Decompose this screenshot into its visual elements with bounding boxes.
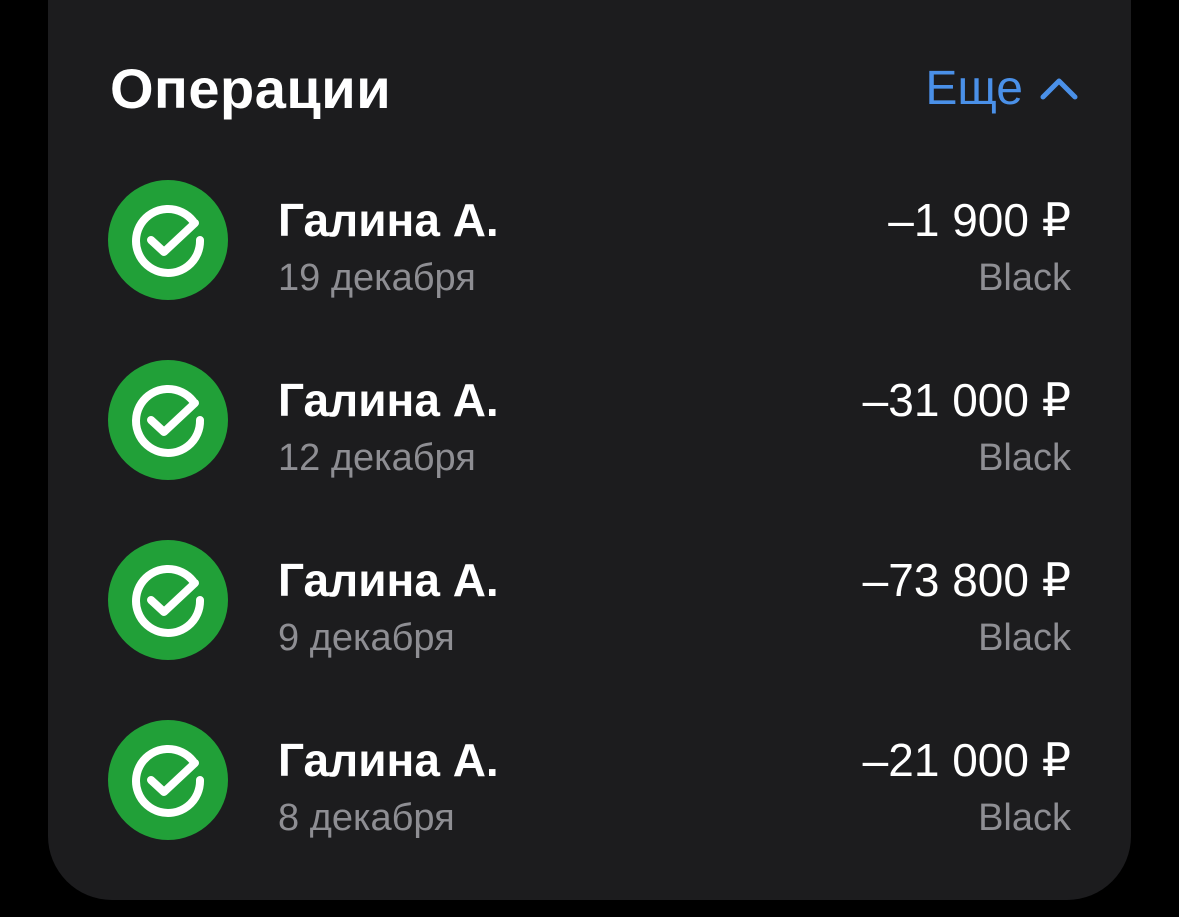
transaction-date: 9 декабря [278, 617, 455, 659]
transaction-amount: –73 800 ₽ [862, 554, 1071, 606]
sber-check-icon [108, 540, 228, 660]
transaction-row[interactable]: Галина А. 12 декабря –31 000 ₽ Black [108, 360, 1071, 540]
transaction-row[interactable]: Галина А. 19 декабря –1 900 ₽ Black [108, 180, 1071, 360]
operations-header: Операции Еще [110, 56, 1079, 120]
sber-check-icon [108, 360, 228, 480]
transaction-date: 12 декабря [278, 437, 476, 479]
transaction-card: Black [978, 797, 1071, 839]
sber-check-icon [108, 180, 228, 300]
more-label: Еще [925, 61, 1023, 115]
more-button[interactable]: Еще [925, 61, 1079, 116]
transaction-name: Галина А. [278, 194, 499, 246]
transaction-date: 19 декабря [278, 257, 476, 299]
transaction-name: Галина А. [278, 374, 499, 426]
section-title: Операции [110, 56, 392, 120]
transaction-card: Black [978, 617, 1071, 659]
sber-check-icon [108, 720, 228, 840]
transaction-list: Галина А. 19 декабря –1 900 ₽ Black Гали… [108, 180, 1071, 900]
transaction-name: Галина А. [278, 734, 499, 786]
transaction-date: 8 декабря [278, 797, 455, 839]
transaction-card: Black [978, 257, 1071, 299]
transaction-row[interactable]: Галина А. 8 декабря –21 000 ₽ Black [108, 720, 1071, 900]
transaction-amount: –21 000 ₽ [862, 734, 1071, 786]
transaction-name: Галина А. [278, 554, 499, 606]
chevron-up-icon [1040, 78, 1078, 100]
transaction-row[interactable]: Галина А. 9 декабря –73 800 ₽ Black [108, 540, 1071, 720]
operations-card: Операции Еще Галина А. 19 декабря –1 900… [48, 0, 1131, 900]
transaction-amount: –1 900 ₽ [888, 194, 1071, 246]
transaction-card: Black [978, 437, 1071, 479]
transaction-amount: –31 000 ₽ [862, 374, 1071, 426]
